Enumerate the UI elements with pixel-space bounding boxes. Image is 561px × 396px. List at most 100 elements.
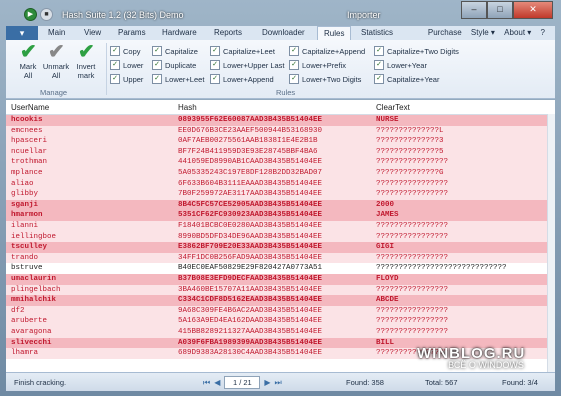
rule-lower-append[interactable]: ✓ Lower+Append xyxy=(210,74,274,84)
cleartext-cell: ???????????????? xyxy=(376,158,449,167)
table-row[interactable]: tsculley E3862BF709E20E33AAD3B435B51404EE… xyxy=(6,242,555,253)
tab-view[interactable]: View xyxy=(84,26,101,40)
window-controls: – □ ✕ xyxy=(461,1,553,19)
table-row[interactable]: hmarmon 5351CF62FC930923AAD3B435B51404EE J… xyxy=(6,210,555,221)
table-row[interactable]: umaclaurin B37B08E3EFD9DECFAAD3B435B51404… xyxy=(6,274,555,285)
table-row[interactable]: avaragona 415BB8289211327AAAD3B435B51404E… xyxy=(6,327,555,338)
tab-params[interactable]: Params xyxy=(118,26,146,40)
rule-capitalize-year[interactable]: ✓ Capitalize+Year xyxy=(374,74,439,84)
rule-duplicate[interactable]: ✓ Duplicate xyxy=(152,60,196,70)
table-row[interactable]: iellingboe 8990BD5DFD34DE96AAD3B435B51404… xyxy=(6,231,555,243)
close-button[interactable]: ✕ xyxy=(513,1,553,19)
cleartext-cell: ???????????????? xyxy=(376,253,449,262)
table-row[interactable]: emcnees EE0D676B3CE23AAEF500944B53168930?… xyxy=(6,125,555,137)
rule-lower-prefix[interactable]: ✓ Lower+Prefix xyxy=(289,60,346,70)
username-cell: emcnees xyxy=(11,126,43,135)
rule-capitalize[interactable]: ✓ Capitalize xyxy=(152,46,198,56)
tab-reports[interactable]: Reports xyxy=(214,26,242,40)
table-row[interactable]: mmihalchik C334C1CDF8D5162EAAD3B435B51404… xyxy=(6,295,555,306)
rule-lower[interactable]: ✓ Lower xyxy=(110,60,143,70)
table-row[interactable]: aliao 6F633B604B3111EAAAD3B435B51404EE???… xyxy=(6,178,555,190)
username-cell: trothman xyxy=(11,158,48,167)
minimize-button[interactable]: – xyxy=(461,1,487,19)
rule-lower-upper-last[interactable]: ✓ Lower+Upper Last xyxy=(210,60,285,70)
cleartext-cell: 2000 xyxy=(376,200,395,209)
rule-capitalize-append[interactable]: ✓ Capitalize+Append xyxy=(289,46,365,56)
table-row[interactable]: aruberte 5A163A9ED4EA162DAAD3B435B51404EE… xyxy=(6,316,555,327)
hash-cell: 441059ED8990AB1CAAD3B435B51404EE xyxy=(178,158,323,167)
cleartext-cell: NURSE xyxy=(376,116,399,124)
checkbox-icon: ✓ xyxy=(210,60,220,70)
table-row[interactable]: hcookis 0893955F62E60087AAD3B435B51404EE N… xyxy=(6,115,555,126)
tab-hardware[interactable]: Hardware xyxy=(162,26,197,40)
purchase-link[interactable]: Purchase xyxy=(428,28,462,37)
table-row[interactable]: trothman 441059ED8990AB1CAAD3B435B51404EE… xyxy=(6,157,555,168)
rule-capitalize-two-digits[interactable]: ✓ Capitalize+Two Digits xyxy=(374,46,459,56)
vertical-scrollbar[interactable] xyxy=(547,114,555,372)
rules-ribbon: ✔ Mark All ✔ Unmark All ✔ Invert mark Ma… xyxy=(6,40,555,99)
checkbox-icon: ✓ xyxy=(374,74,384,84)
table-row[interactable]: ilanni F18401BCBC0E0280AAD3B435B51404EE??… xyxy=(6,221,555,232)
table-row[interactable]: plingelbach 3BA460BE15707A11AAD3B435B5140… xyxy=(6,284,555,296)
rule-capitalize-leet[interactable]: ✓ Capitalize+Leet xyxy=(210,46,275,56)
rule-label: Duplicate xyxy=(165,60,197,70)
page-field[interactable]: 1 / 21 xyxy=(224,376,261,389)
about-menu[interactable]: About ▾ xyxy=(504,28,531,37)
cleartext-cell: ??????????????L xyxy=(376,126,444,135)
cleartext-cell: FLOYD xyxy=(376,275,399,283)
invert-mark-button[interactable]: ✔ Invert mark xyxy=(72,41,100,80)
checkbox-icon: ✓ xyxy=(110,60,120,70)
checkbox-icon: ✓ xyxy=(289,74,299,84)
help-button[interactable]: ? xyxy=(541,28,545,37)
hash-cell: E3862BF709E20E33AAD3B435B51404EE xyxy=(178,243,323,252)
uncheck-icon: ✔ xyxy=(48,41,65,63)
unmark-all-button[interactable]: ✔ Unmark All xyxy=(42,41,70,80)
tab-rules[interactable]: Rules xyxy=(317,26,352,41)
rule-label: Lower+Prefix xyxy=(302,60,346,70)
username-cell: ilanni xyxy=(11,222,39,230)
first-page-button[interactable]: ⏮ xyxy=(203,378,210,388)
rule-lower-year[interactable]: ✓ Lower+Year xyxy=(374,60,427,70)
checkbox-icon: ✓ xyxy=(152,74,162,84)
rule-lower-leet[interactable]: ✓ Lower+Leet xyxy=(152,74,204,84)
next-page-button[interactable]: ▶ xyxy=(264,378,270,387)
table-row[interactable]: sganji 8B4C5FC57CE52905AAD3B435B51404EE 20… xyxy=(6,199,555,211)
col-username[interactable]: UserName xyxy=(11,103,49,112)
table-row[interactable]: ncuellar BF7F24B411959D3E93E28745BBF4BA6?… xyxy=(6,146,555,158)
rule-copy[interactable]: ✓ Copy xyxy=(110,46,141,56)
tab-downloader[interactable]: Downloader xyxy=(262,26,305,40)
table-row[interactable]: bstruve B40EC0EAF50829E29F820427A0773A51?… xyxy=(6,263,555,274)
maximize-button[interactable]: □ xyxy=(487,1,513,19)
rule-label: Capitalize+Two Digits xyxy=(387,46,459,56)
cleartext-cell: ???????????????? xyxy=(376,285,449,294)
table-row[interactable]: mplance 5A05335243C197E8DF128B2DD32BAD07?… xyxy=(6,168,555,179)
tab-statistics[interactable]: Statistics xyxy=(361,26,393,40)
hash-cell: 5A163A9ED4EA162DAAD3B435B51404EE xyxy=(178,317,323,326)
hash-cell: BF7F24B411959D3E93E28745BBF4BA6 xyxy=(178,147,318,156)
last-page-button[interactable]: ⏭ xyxy=(275,378,282,388)
table-row[interactable]: trando 34FF1DC0B256FAD9AAD3B435B51404EE??… xyxy=(6,252,555,264)
hash-cell: 6F633B604B3111EAAAD3B435B51404EE xyxy=(178,179,323,188)
prev-page-button[interactable]: ◀ xyxy=(214,378,220,387)
style-menu[interactable]: Style ▾ xyxy=(471,28,495,37)
rule-label: Capitalize xyxy=(165,46,198,56)
table-row[interactable]: df2 9A68C309FE4B6AC2AAD3B435B51404EE?????… xyxy=(6,305,555,317)
hash-cell: 8990BD5DFD34DE96AAD3B435B51404EE xyxy=(178,232,323,241)
tab-main[interactable]: Main xyxy=(48,26,65,40)
app-title: Hash Suite 1.2 (32 Bits) Demo xyxy=(62,9,184,20)
rule-upper[interactable]: ✓ Upper xyxy=(110,74,143,84)
pager: ⏮ ◀ 1 / 21 ▶ ⏭ xyxy=(203,376,282,389)
table-row[interactable]: glibby 7B0F259972AE3117AAD3B435B51404EE??… xyxy=(6,189,555,200)
checkbox-icon: ✓ xyxy=(110,46,120,56)
col-hash[interactable]: Hash xyxy=(178,103,197,112)
checkbox-icon: ✓ xyxy=(374,60,384,70)
invert-check-icon: ✔ xyxy=(78,41,95,63)
table-row[interactable]: hpasceri 0AF7AEB00275561AAB1838I1E4E2B1B?… xyxy=(6,136,555,147)
username-cell: aruberte xyxy=(11,317,48,326)
play-icon[interactable]: ▶ xyxy=(24,8,37,21)
rule-lower-two-digits[interactable]: ✓ Lower+Two Digits xyxy=(289,74,361,84)
stop-icon[interactable]: ■ xyxy=(40,8,53,21)
mark-all-button[interactable]: ✔ Mark All xyxy=(14,42,42,80)
app-menu-button[interactable]: ▾ xyxy=(6,26,38,40)
col-cleartext[interactable]: ClearText xyxy=(376,103,410,112)
